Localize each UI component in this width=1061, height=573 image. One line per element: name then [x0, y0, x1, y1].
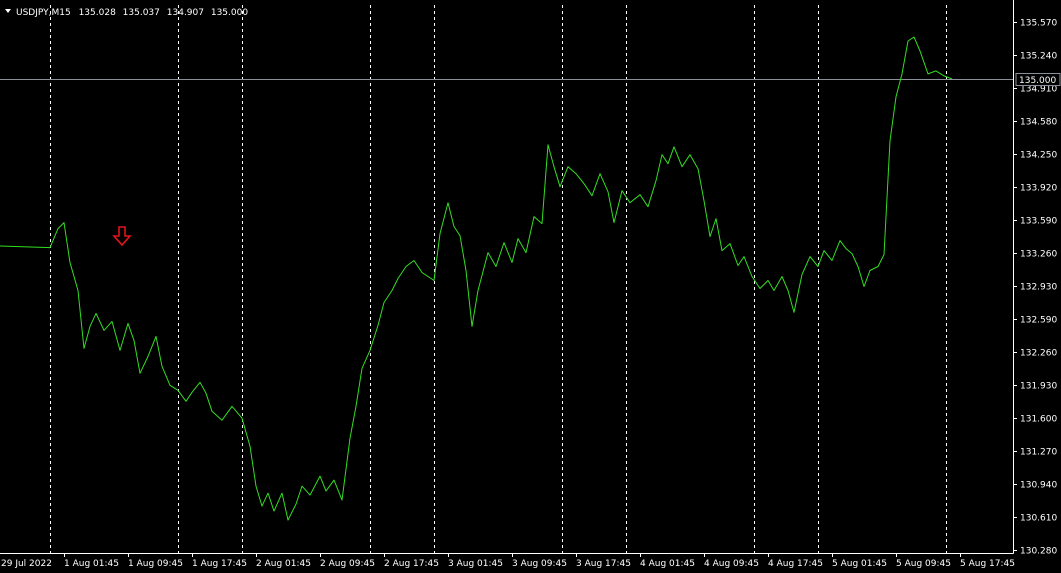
y-tick-label: 135.240 — [1020, 52, 1057, 62]
x-tick-label: 5 Aug 17:45 — [960, 559, 1015, 569]
y-tick-label: 135.570 — [1020, 19, 1057, 29]
current-price-label: 135.000 — [1019, 76, 1056, 86]
x-tick-label: 2 Aug 17:45 — [384, 559, 439, 569]
x-tick-label: 1 Aug 01:45 — [64, 559, 119, 569]
y-tick-label: 131.270 — [1020, 448, 1057, 458]
x-tick-label: 1 Aug 17:45 — [192, 559, 247, 569]
x-tick-label: 3 Aug 09:45 — [512, 559, 567, 569]
open-price: 135.028 — [79, 8, 116, 18]
x-tick-label: 29 Jul 2022 — [1, 559, 52, 569]
y-tick-label: 134.250 — [1020, 151, 1057, 161]
y-tick-label: 132.930 — [1020, 283, 1057, 293]
x-tick-label: 4 Aug 09:45 — [704, 559, 759, 569]
x-tick-label: 2 Aug 01:45 — [256, 559, 311, 569]
y-tick-label: 133.590 — [1020, 217, 1057, 227]
close-price: 135.000 — [211, 8, 248, 18]
x-tick-label: 4 Aug 17:45 — [768, 559, 823, 569]
low-price: 134.907 — [167, 8, 204, 18]
x-tick-label: 3 Aug 01:45 — [448, 559, 503, 569]
x-tick-label: 5 Aug 09:45 — [896, 559, 951, 569]
x-tick-label: 4 Aug 01:45 — [640, 559, 695, 569]
x-tick-label: 3 Aug 17:45 — [576, 559, 631, 569]
down-arrow-icon[interactable] — [112, 226, 132, 247]
y-tick-label: 130.280 — [1020, 547, 1057, 557]
y-tick-label: 132.260 — [1020, 349, 1057, 359]
y-tick-label: 134.580 — [1020, 118, 1057, 128]
chart-area[interactable]: 135.570 135.240 134.910 134.580 134.250 133.9… — [0, 0, 1061, 573]
x-tick-label: 1 Aug 09:45 — [128, 559, 183, 569]
y-tick-label: 133.260 — [1020, 250, 1057, 260]
price-series-line — [0, 36, 953, 521]
y-tick-label: 131.600 — [1020, 415, 1057, 425]
triangle-down-icon[interactable] — [5, 9, 11, 13]
price-chart[interactable]: 135.570135.240134.910134.580134.250133.9… — [0, 0, 1061, 573]
y-tick-label: 130.940 — [1020, 481, 1057, 491]
y-tick-label: 133.920 — [1020, 184, 1057, 194]
y-tick-label: 132.590 — [1020, 316, 1057, 326]
svg-text:USDJPY,M15 135.028: USDJPY,M15 135.028 135.037 134.907 135.0… — [16, 8, 248, 18]
high-price: 135.037 — [123, 8, 160, 18]
y-tick-label: 131.930 — [1020, 382, 1057, 392]
y-tick-label: 130.610 — [1020, 514, 1057, 524]
symbol-label: USDJPY,M15 — [16, 8, 71, 18]
x-tick-label: 2 Aug 09:45 — [320, 559, 375, 569]
x-tick-label: 5 Aug 01:45 — [832, 559, 887, 569]
